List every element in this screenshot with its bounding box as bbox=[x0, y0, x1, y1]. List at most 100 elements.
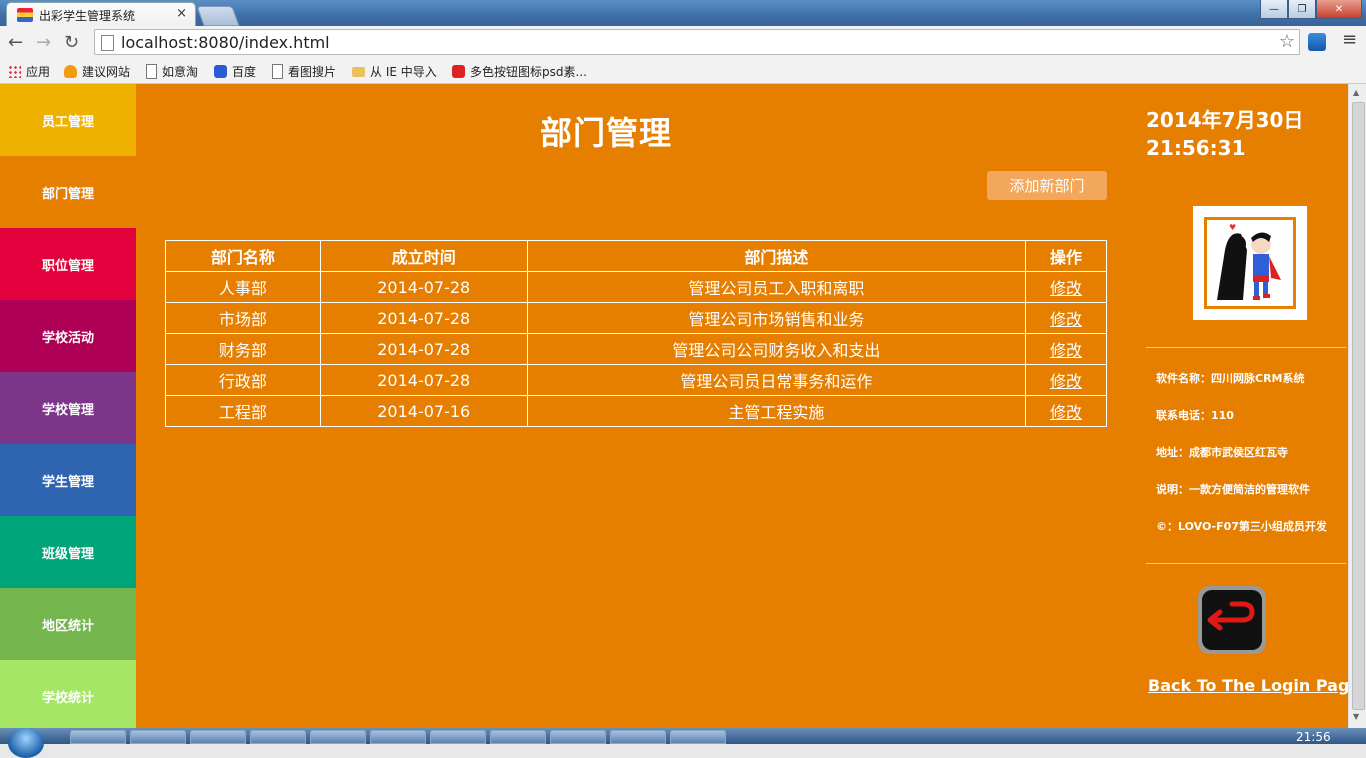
taskbar-app[interactable] bbox=[550, 730, 606, 744]
forward-arrow-icon[interactable]: → bbox=[36, 32, 51, 53]
return-arrow-icon[interactable] bbox=[1196, 584, 1268, 656]
taskbar-app[interactable] bbox=[670, 730, 726, 744]
current-time: 21:56:31 bbox=[1146, 136, 1246, 160]
dept-date-cell: 2014-07-28 bbox=[319, 364, 528, 396]
bookmark-ruyitao[interactable]: 如意淘 bbox=[146, 63, 198, 80]
extension-icon[interactable] bbox=[1308, 33, 1326, 51]
page-icon bbox=[272, 64, 283, 79]
start-orb-icon[interactable] bbox=[8, 728, 44, 758]
info-copyright: ©：LOVO-F07第三小组成员开发 bbox=[1156, 520, 1327, 533]
divider bbox=[1146, 347, 1346, 348]
window-controls: — ❐ ✕ bbox=[1260, 0, 1362, 20]
table-row: 工程部 2014-07-16 主管工程实施 修改 bbox=[165, 395, 1107, 427]
back-to-login-link[interactable]: Back To The Login Page bbox=[1148, 676, 1360, 695]
maximize-button[interactable]: ❐ bbox=[1288, 0, 1316, 19]
edit-link[interactable]: 修改 bbox=[1050, 310, 1082, 329]
tab-close-icon[interactable]: × bbox=[176, 6, 187, 21]
scrollbar-thumb[interactable] bbox=[1352, 102, 1365, 710]
taskbar-app[interactable] bbox=[190, 730, 246, 744]
close-window-button[interactable]: ✕ bbox=[1316, 0, 1362, 19]
dept-desc-cell: 主管工程实施 bbox=[526, 395, 1027, 427]
bookmark-label: 从 IE 中导入 bbox=[370, 65, 437, 79]
action-cell: 修改 bbox=[1025, 364, 1107, 396]
browser-tab[interactable]: 出彩学生管理系统 × bbox=[6, 2, 196, 26]
browser-menu-icon[interactable]: ≡ bbox=[1342, 29, 1357, 50]
page-icon bbox=[146, 64, 157, 79]
edit-link[interactable]: 修改 bbox=[1050, 279, 1082, 298]
edit-link[interactable]: 修改 bbox=[1050, 341, 1082, 360]
taskbar-app[interactable] bbox=[130, 730, 186, 744]
edit-link[interactable]: 修改 bbox=[1050, 372, 1082, 391]
taskbar-app[interactable] bbox=[250, 730, 306, 744]
svg-text:♥: ♥ bbox=[1229, 223, 1236, 232]
bookmark-label: 建议网站 bbox=[82, 65, 131, 79]
sidebar: 员工管理 部门管理 职位管理 学校活动 学校管理 学生管理 班级管理 地区统计 … bbox=[0, 84, 136, 732]
back-arrow-icon[interactable]: ← bbox=[8, 32, 23, 53]
bookmark-label: 看图搜片 bbox=[288, 65, 337, 79]
table-row: 行政部 2014-07-28 管理公司员日常事务和运作 修改 bbox=[165, 364, 1107, 396]
sidebar-item-department[interactable]: 部门管理 bbox=[0, 156, 136, 228]
action-cell: 修改 bbox=[1025, 271, 1107, 303]
scroll-up-icon[interactable]: ▲ bbox=[1353, 88, 1359, 97]
bookmark-baidu[interactable]: 百度 bbox=[214, 63, 256, 80]
sidebar-item-label: 职位管理 bbox=[41, 258, 94, 274]
sidebar-item-class[interactable]: 班级管理 bbox=[0, 516, 136, 588]
add-department-button[interactable]: 添加新部门 bbox=[987, 171, 1107, 200]
info-address: 地址：成都市武侯区红瓦寺 bbox=[1156, 446, 1288, 459]
dept-desc-cell: 管理公司公司财务收入和支出 bbox=[526, 333, 1027, 365]
apps-icon bbox=[8, 65, 21, 78]
address-bar[interactable]: localhost:8080/index.html ☆ bbox=[94, 29, 1300, 55]
column-header: 部门名称 bbox=[165, 240, 321, 272]
page-icon bbox=[101, 35, 114, 51]
dept-name-cell: 市场部 bbox=[165, 302, 321, 334]
kissing-cartoon-icon: ♥ bbox=[1217, 223, 1281, 300]
os-taskbar: 21:56 bbox=[0, 728, 1366, 758]
sidebar-item-region-stats[interactable]: 地区统计 bbox=[0, 588, 136, 660]
action-cell: 修改 bbox=[1025, 302, 1107, 334]
taskbar-app[interactable] bbox=[430, 730, 486, 744]
dept-name-cell: 人事部 bbox=[165, 271, 321, 303]
bookmark-suggested[interactable]: 建议网站 bbox=[64, 63, 130, 80]
taskbar-app[interactable] bbox=[490, 730, 546, 744]
new-tab-button[interactable] bbox=[196, 6, 240, 26]
bookmark-star-icon[interactable]: ☆ bbox=[1279, 31, 1295, 52]
taskbar-clock[interactable]: 21:56 bbox=[1296, 730, 1331, 744]
sidebar-item-student[interactable]: 学生管理 bbox=[0, 444, 136, 516]
sidebar-item-school-management[interactable]: 学校管理 bbox=[0, 372, 136, 444]
dept-desc-cell: 管理公司市场销售和业务 bbox=[526, 302, 1027, 334]
red-badge-icon bbox=[452, 65, 465, 78]
taskbar-app[interactable] bbox=[70, 730, 126, 744]
divider bbox=[1146, 563, 1346, 564]
browser-toolbar: ← → ↻ localhost:8080/index.html ☆ ≡ bbox=[0, 26, 1366, 58]
bookmark-import-ie[interactable]: 从 IE 中导入 bbox=[352, 63, 437, 80]
scroll-down-icon[interactable]: ▼ bbox=[1353, 712, 1359, 721]
sidebar-item-school-stats[interactable]: 学校统计 bbox=[0, 660, 136, 732]
taskbar-app[interactable] bbox=[370, 730, 426, 744]
table-row: 财务部 2014-07-28 管理公司公司财务收入和支出 修改 bbox=[165, 333, 1107, 365]
sidebar-item-employee[interactable]: 员工管理 bbox=[0, 84, 136, 156]
vertical-scrollbar[interactable]: ▲ ▼ bbox=[1348, 84, 1366, 728]
sidebar-item-position[interactable]: 职位管理 bbox=[0, 228, 136, 300]
info-description: 说明：一款方便简洁的管理软件 bbox=[1156, 483, 1310, 496]
sidebar-item-label: 学校管理 bbox=[41, 402, 94, 418]
bookmark-apps[interactable]: 应用 bbox=[8, 63, 50, 80]
sidebar-item-school-activity[interactable]: 学校活动 bbox=[0, 300, 136, 372]
column-header: 操作 bbox=[1025, 240, 1107, 272]
avatar: ♥ bbox=[1193, 206, 1307, 320]
page-title: 部门管理 bbox=[539, 114, 672, 152]
current-datetime: 2014年7月30日 21:56:31 bbox=[1146, 106, 1303, 162]
bookmark-label: 多色按钮图标psd素... bbox=[470, 65, 587, 79]
bookmark-psd-buttons[interactable]: 多色按钮图标psd素... bbox=[452, 63, 587, 80]
baidu-paw-icon bbox=[214, 65, 227, 78]
bookmarks-bar: 应用 建议网站 如意淘 百度 看图搜片 从 IE 中导入 多色按钮图标psd素.… bbox=[0, 58, 1366, 84]
edit-link[interactable]: 修改 bbox=[1050, 403, 1082, 422]
minimize-button[interactable]: — bbox=[1260, 0, 1288, 19]
taskbar-app[interactable] bbox=[610, 730, 666, 744]
url-text[interactable]: localhost:8080/index.html bbox=[121, 33, 330, 52]
bookmark-image-search[interactable]: 看图搜片 bbox=[272, 63, 336, 80]
taskbar-app[interactable] bbox=[310, 730, 366, 744]
reload-icon[interactable]: ↻ bbox=[64, 32, 79, 53]
dept-date-cell: 2014-07-28 bbox=[319, 333, 528, 365]
bookmark-label: 如意淘 bbox=[162, 65, 199, 79]
info-phone: 联系电话：110 bbox=[1156, 409, 1234, 422]
